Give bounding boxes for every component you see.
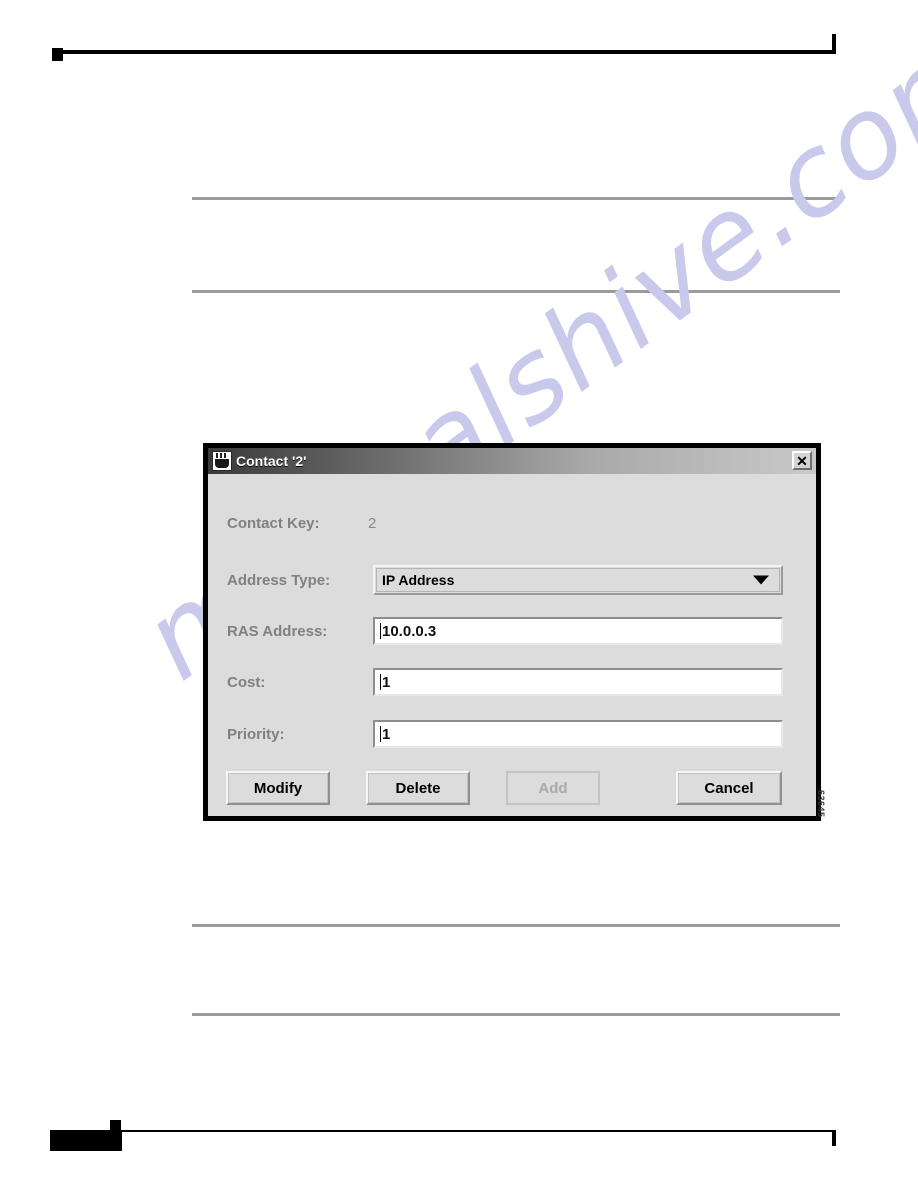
contact-key-label: Contact Key: [227,514,320,532]
modify-button[interactable]: Modify [226,771,330,805]
priority-input[interactable]: 1 [373,720,783,748]
close-icon[interactable]: ✕ [792,451,812,470]
ras-address-input[interactable]: 10.0.0.3 [373,617,783,645]
contact-key-value: 2 [368,514,377,532]
page-number-block [50,1130,122,1151]
cost-value: 1 [382,673,391,691]
section-divider-top-2 [192,290,840,293]
address-type-row: Address Type: IP Address [208,563,816,597]
page-header-end-tick [832,34,836,51]
address-type-value: IP Address [382,572,455,588]
contact-dialog: Contact '2' ✕ Contact Key: 2 Address Typ… [203,443,821,821]
page-footer-rule [52,1130,836,1132]
cost-row: Cost: 1 [208,665,816,699]
address-type-label: Address Type: [227,571,331,589]
page-footer [50,1120,836,1154]
add-button: Add [506,771,600,805]
cancel-button[interactable]: Cancel [676,771,782,805]
cost-label: Cost: [227,673,266,691]
priority-row: Priority: 1 [208,717,816,751]
page-footer-end-tick [832,1131,836,1146]
page-header-rule [52,50,836,54]
dialog-titlebar[interactable]: Contact '2' ✕ [208,448,816,474]
dialog-button-bar: Modify Delete Add Cancel [208,771,816,811]
dialog-title: Contact '2' [236,453,307,469]
dialog-body: Contact Key: 2 Address Type: IP Address … [208,474,816,816]
figure-id-label: 63645 [816,790,826,818]
delete-button[interactable]: Delete [366,771,470,805]
ras-address-value: 10.0.0.3 [382,622,437,640]
java-coffee-cup-icon [212,451,232,471]
priority-label: Priority: [227,725,285,743]
section-divider-bottom-1 [192,924,840,927]
page-header [52,34,836,61]
ras-address-row: RAS Address: 10.0.0.3 [208,614,816,648]
text-caret [380,674,381,690]
text-caret [380,623,381,639]
address-type-select[interactable]: IP Address [373,565,783,595]
priority-value: 1 [382,725,391,743]
section-divider-bottom-2 [192,1013,840,1016]
text-caret [380,726,381,742]
contact-key-row: Contact Key: 2 [208,506,816,540]
ras-address-label: RAS Address: [227,622,328,640]
chevron-down-icon[interactable] [753,575,769,585]
cost-input[interactable]: 1 [373,668,783,696]
section-divider-top-1 [192,197,840,200]
